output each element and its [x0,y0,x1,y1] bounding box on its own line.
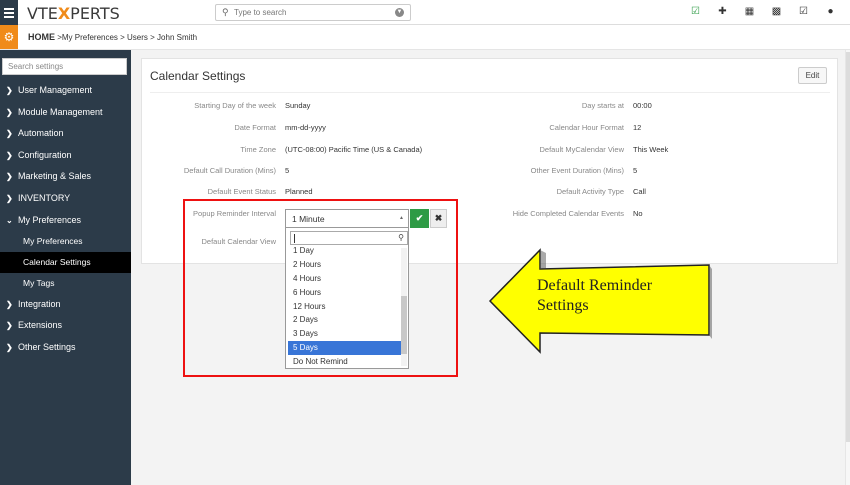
settings-menu: ❯ User Management ❯ Module Management ❯ Aut… [0,80,131,358]
chart-icon[interactable]: ▩ [763,6,790,17]
chevron-right-icon: ❯ [6,172,13,182]
sidebar-item-label: Configuration [18,149,72,160]
field-value: 5 [633,166,638,175]
sidebar-subitem-label: Calendar Settings [23,256,91,267]
sidebar-item-inventory[interactable]: ❯ INVENTORY [0,188,131,210]
sidebar-item-label: Integration [18,298,61,309]
sidebar-item-automation[interactable]: ❯ Automation [0,123,131,145]
sidebar-subitem-label: My Tags [23,277,55,288]
chevron-right-icon: ❯ [6,150,13,160]
annotation-highlight-box [183,199,458,377]
sidebar-item-label: Marketing & Sales [18,171,92,182]
gear-icon[interactable]: ⚙ [0,25,18,49]
sidebar-item-label: My Preferences [18,214,82,225]
page-scrollbar[interactable] [845,50,850,485]
field-label: Calendar Hour Format [549,123,624,132]
search-icon: ⚲ [222,7,229,17]
sidebar-item-label: Module Management [18,106,103,117]
callout-line-1: Default Reminder [537,277,653,294]
sidebar-item-marketing-sales[interactable]: ❯ Marketing & Sales [0,166,131,188]
global-search[interactable]: ⚲ Type to search ▼ [215,4,411,21]
header-icons: ☑ ✚ ▦ ▩ ☑ ● [682,6,844,17]
sidebar-item-configuration[interactable]: ❯ Configuration [0,145,131,167]
sidebar-item-label: Other Settings [18,341,76,352]
field-value: Sunday [285,101,311,110]
field-label: Default Call Duration (Mins) [183,166,276,175]
field-label: Default Activity Type [556,187,624,196]
breadcrumb: HOME >My Preferences > Users > John Smit… [28,32,197,42]
settings-sidebar: Search settings ❯ User Management ❯ Module… [0,50,131,485]
callout-line-2: Settings [537,297,589,314]
field-label: Day starts at [581,101,624,110]
field-value: mm-dd-yyyy [285,123,326,132]
field-label: Hide Completed Calendar Events [512,209,624,218]
chevron-right-icon: ❯ [6,86,13,95]
breadcrumb-path: >My Preferences > Users > John Smith [55,33,198,42]
edit-button[interactable]: Edit [798,67,827,84]
chevron-right-icon: ❯ [6,107,13,117]
settings-search-placeholder: Search settings [8,62,64,71]
chevron-right-icon: ❯ [6,321,13,331]
menu-icon[interactable] [0,0,18,25]
sidebar-item-label: INVENTORY [18,192,71,203]
sidebar-item-my-preferences[interactable]: ⌄ My Preferences [0,210,131,232]
sidebar-item-user-management[interactable]: ❯ User Management [0,80,131,102]
chevron-down-icon: ⌄ [6,215,13,225]
field-label: Other Event Duration (Mins) [530,166,624,175]
top-bar: VTEXPERTS ⚲ Type to search ▼ ☑ ✚ ▦ ▩ ☑ ● [0,0,850,25]
field-value: Planned [285,187,313,196]
breadcrumb-home[interactable]: HOME [28,32,55,42]
chevron-right-icon: ❯ [6,129,13,139]
sidebar-subitem-my-preferences[interactable]: My Preferences [0,231,131,252]
chevron-right-icon: ❯ [6,299,13,309]
sidebar-subitem-my-tags[interactable]: My Tags [0,273,131,294]
sidebar-item-integration[interactable]: ❯ Integration [0,294,131,316]
sidebar-subitem-label: My Preferences [23,236,83,247]
scrollbar-thumb[interactable] [846,52,850,442]
field-value: This Week [633,145,669,154]
divider [150,92,830,93]
sidebar-item-other-settings[interactable]: ❯ Other Settings [0,337,131,359]
chevron-right-icon: ❯ [6,193,13,203]
sidebar-item-label: Extensions [18,320,63,331]
sidebar-item-label: User Management [18,85,93,95]
field-label: Default Event Status [207,187,276,196]
field-value: 5 [285,166,290,175]
chevron-right-icon: ❯ [6,342,13,352]
sidebar-item-label: Automation [18,128,64,139]
field-label: Default MyCalendar View [539,145,625,154]
plus-circle-icon[interactable]: ✚ [709,6,736,17]
page-title: Calendar Settings [150,69,246,83]
field-value: No [633,209,643,218]
field-label: Time Zone [240,145,276,154]
sidebar-item-extensions[interactable]: ❯ Extensions [0,315,131,337]
field-value: 00:00 [633,101,652,110]
app-logo[interactable]: VTEXPERTS [27,4,120,23]
calendar-icon[interactable]: ▦ [736,6,763,17]
settings-search-input[interactable]: Search settings [2,58,127,75]
field-value: Call [633,187,646,196]
dropdown-icon[interactable]: ▼ [395,8,404,17]
field-value: (UTC-08:00) Pacific Time (US & Canada) [285,145,423,154]
user-icon[interactable]: ● [817,6,844,17]
sidebar-subitem-calendar-settings[interactable]: Calendar Settings [0,251,131,273]
sidebar-item-module-management[interactable]: ❯ Module Management [0,102,131,124]
breadcrumb-bar: ⚙ HOME >My Preferences > Users > John Sm… [0,25,850,50]
search-input[interactable]: Type to search [234,8,286,17]
calendar-check-icon[interactable]: ☑ [682,6,709,17]
callout-text: Default Reminder Settings [537,276,697,316]
checkbox-icon[interactable]: ☑ [790,6,817,17]
field-label: Date Format [234,123,276,132]
field-value: 12 [633,123,642,132]
field-label: Starting Day of the week [194,101,276,110]
